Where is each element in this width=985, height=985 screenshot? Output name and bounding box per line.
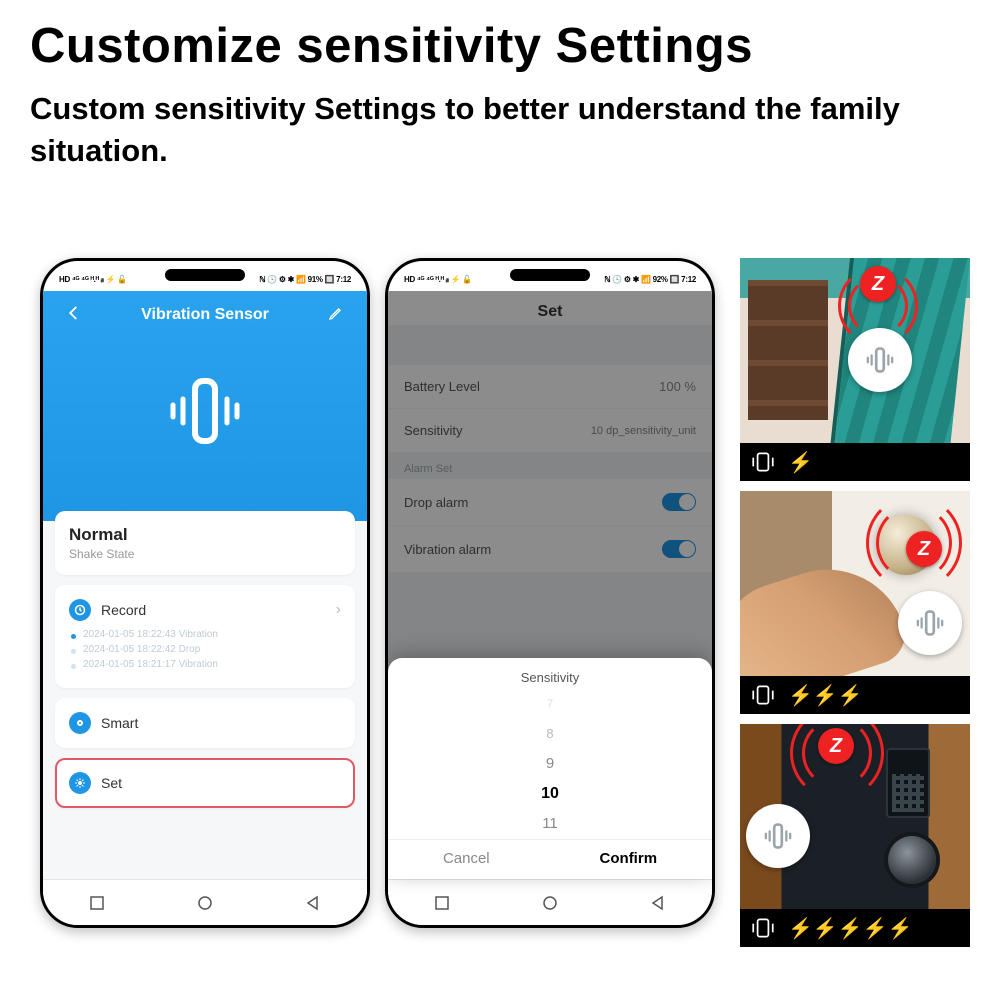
record-entry: 2024-01-05 18:22:43 Vibration [83, 629, 341, 640]
nav-back-icon[interactable] [305, 895, 321, 911]
hero-title: Customize sensitivity Settings [0, 0, 985, 82]
tile-curtain: Z ⚡ [740, 258, 970, 481]
tile-door-knob: Z ⚡⚡⚡ [740, 491, 970, 714]
picker-title: Sensitivity [388, 658, 712, 689]
record-card[interactable]: Record › 2024-01-05 18:22:43 Vibration 20… [55, 585, 355, 688]
back-button[interactable] [57, 304, 91, 327]
vibration-icon [750, 682, 776, 708]
record-label: Record [101, 602, 146, 618]
picker-option[interactable]: 9 [546, 749, 554, 779]
device-glyph [43, 331, 367, 461]
edit-button[interactable] [319, 305, 353, 326]
sensor-device-icon [746, 804, 810, 868]
sensor-device-icon [898, 591, 962, 655]
vibration-icon [750, 915, 776, 941]
picker-option[interactable]: 11 [542, 809, 558, 839]
phone-main-view: HD ⁴ᴳ ⁴ᴳ ᴴ.ᴴ ᵢₗₗ ⚡ 🔓 ℕ 🕓 ⚙ ✱ 📶 91% 🔲 7:1… [40, 258, 370, 928]
nav-home-icon[interactable] [542, 895, 558, 911]
hero-subtitle: Custom sensitivity Settings to better un… [0, 82, 985, 172]
page-title: Vibration Sensor [91, 306, 319, 324]
status-right: ℕ 🕓 ⚙ ✱ 📶 92% 🔲 7:12 [604, 275, 696, 284]
nav-home-icon[interactable] [197, 895, 213, 911]
zigbee-icon: Z [860, 266, 896, 302]
status-bar: HD ⁴ᴳ ⁴ᴳ ᴴ.ᴴ ᵢₗₗ ⚡ 🔓 ℕ 🕓 ⚙ ✱ 📶 92% 🔲 7:1… [388, 267, 712, 291]
nav-back-icon[interactable] [650, 895, 666, 911]
status-left: HD ⁴ᴳ ⁴ᴳ ᴴ.ᴴ ᵢₗₗ ⚡ 🔓 [59, 275, 127, 284]
state-value: Normal [69, 525, 341, 545]
status-right: ℕ 🕓 ⚙ ✱ 📶 91% 🔲 7:12 [259, 275, 351, 284]
sensitivity-level-icon: ⚡⚡⚡⚡⚡ [788, 916, 913, 941]
smart-label: Smart [101, 715, 138, 731]
sensitivity-picker[interactable]: 78910111213 [388, 689, 712, 839]
sensitivity-level-icon: ⚡ [788, 450, 813, 475]
chevron-right-icon: › [336, 601, 341, 619]
gear-icon [69, 772, 91, 794]
scenario-tiles: Z ⚡ Z ⚡⚡⚡ [740, 258, 970, 947]
chevron-left-icon [65, 304, 83, 322]
state-card: Normal Shake State [55, 511, 355, 575]
picker-option[interactable]: 7 [547, 689, 553, 719]
android-navbar [388, 879, 712, 925]
clock-icon [69, 599, 91, 621]
set-label: Set [101, 775, 122, 791]
record-entry: 2024-01-05 18:22:42 Drop [83, 644, 341, 655]
nav-recent-icon[interactable] [89, 895, 105, 911]
set-card[interactable]: Set [55, 758, 355, 808]
phone-settings-view: HD ⁴ᴳ ⁴ᴳ ᴴ.ᴴ ᵢₗₗ ⚡ 🔓 ℕ 🕓 ⚙ ✱ 📶 92% 🔲 7:1… [385, 258, 715, 928]
status-left: HD ⁴ᴳ ⁴ᴳ ᴴ.ᴴ ᵢₗₗ ⚡ 🔓 [404, 275, 472, 284]
state-label: Shake State [69, 547, 341, 561]
pencil-icon [328, 305, 344, 321]
sensitivity-level-icon: ⚡⚡⚡ [788, 683, 863, 708]
sensor-device-icon [848, 328, 912, 392]
sensitivity-picker-sheet: Sensitivity 78910111213 Cancel Confirm [388, 658, 712, 879]
zigbee-icon: Z [818, 728, 854, 764]
tile-safe: Z ⚡⚡⚡⚡⚡ [740, 724, 970, 947]
smart-icon [69, 712, 91, 734]
vibration-icon [750, 449, 776, 475]
zigbee-icon: Z [906, 531, 942, 567]
picker-option[interactable]: 10 [541, 779, 559, 809]
android-navbar [43, 879, 367, 925]
nav-recent-icon[interactable] [434, 895, 450, 911]
picker-option[interactable]: 8 [546, 719, 553, 749]
record-entry: 2024-01-05 18:21:17 Vibration [83, 659, 341, 670]
smart-card[interactable]: Smart [55, 698, 355, 748]
status-bar: HD ⁴ᴳ ⁴ᴳ ᴴ.ᴴ ᵢₗₗ ⚡ 🔓 ℕ 🕓 ⚙ ✱ 📶 91% 🔲 7:1… [43, 267, 367, 291]
confirm-button[interactable]: Confirm [600, 850, 658, 867]
cancel-button[interactable]: Cancel [443, 850, 490, 867]
